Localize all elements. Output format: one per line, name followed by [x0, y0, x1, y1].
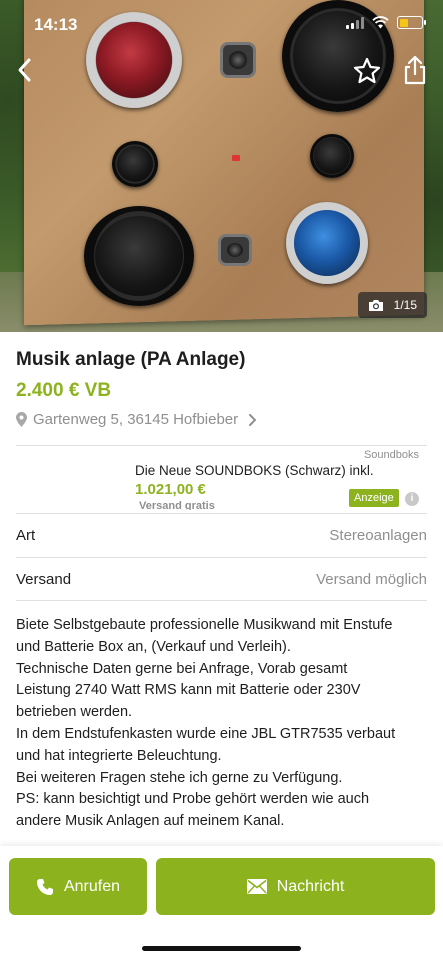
speaker-mid-left	[112, 141, 158, 187]
chevron-right-icon	[249, 413, 257, 426]
speaker-bottom-right	[286, 202, 368, 284]
message-button[interactable]: Nachricht	[156, 858, 435, 915]
description-line: Biete Selbstgebaute professionelle Musik…	[16, 617, 393, 633]
attribute-key: Art	[16, 527, 36, 544]
favorite-star-icon[interactable]	[352, 56, 382, 86]
description-line: und Batterie Box an, (Verkauf und Verlei…	[16, 638, 291, 655]
description-line: Leistung 2740 Watt RMS kann mit Batterie…	[16, 682, 361, 699]
indicator-led	[232, 155, 240, 161]
ad-title: Die Neue SOUNDBOKS (Schwarz) inkl.	[135, 463, 374, 478]
location-link[interactable]: Gartenweg 5, 36145 Hofbieber	[16, 411, 427, 428]
location-text: Gartenweg 5, 36145 Hofbieber	[33, 411, 239, 428]
call-button-label: Anrufen	[63, 877, 121, 895]
description-line: Bei weiteren Fragen stehe ich gerne zu V…	[16, 769, 343, 786]
status-time: 14:13	[34, 15, 78, 34]
bottom-action-bar: Anrufen Nachricht	[0, 846, 443, 960]
ad-brand: Soundboks	[363, 449, 419, 461]
share-icon[interactable]	[402, 54, 428, 86]
ad-shipping: Versand gratis	[139, 500, 215, 510]
wifi-icon	[372, 16, 389, 29]
call-button[interactable]: Anrufen	[9, 858, 147, 915]
listing-description: Biete Selbstgebaute professionelle Musik…	[16, 615, 427, 833]
message-button-label: Nachricht	[276, 877, 345, 895]
description-line: Technische Daten gerne bei Anfrage, Vora…	[16, 660, 348, 677]
speaker-bottom-left	[84, 206, 194, 306]
attribute-row-art: Art Stereoanlagen	[16, 513, 427, 557]
listing-content: Musik anlage (PA Anlage) 2.400 € VB Gart…	[16, 332, 427, 833]
description-line: betrieben werden.	[16, 704, 133, 721]
battery-icon	[397, 16, 426, 29]
tweeter-top	[220, 42, 256, 78]
listing-price: 2.400 € VB	[16, 380, 112, 401]
listing-photo[interactable]: 14:13 1/15	[0, 0, 443, 332]
photo-counter[interactable]: 1/15	[357, 292, 427, 318]
ad-info-icon[interactable]: i	[405, 492, 419, 506]
listing-title: Musik anlage (PA Anlage)	[16, 349, 246, 370]
sponsored-ad[interactable]: Soundboks Die Neue SOUNDBOKS (Schwarz) i…	[16, 445, 427, 513]
attribute-value: Stereoanlagen	[329, 527, 427, 544]
description-line: andere Musik Anlagen auf meinem Kanal.	[16, 813, 285, 830]
tweeter-bottom	[218, 234, 252, 266]
ad-badge: Anzeige	[349, 489, 399, 507]
description-line: PS: kann besichtigt und Probe gehört wer…	[16, 791, 370, 808]
camera-icon	[368, 299, 383, 311]
location-pin-icon	[16, 412, 27, 427]
phone-icon	[36, 878, 53, 895]
photo-counter-label: 1/15	[393, 298, 417, 312]
ad-price: 1.021,00 €	[135, 481, 206, 498]
envelope-icon	[246, 879, 267, 894]
home-indicator[interactable]	[142, 946, 301, 951]
speaker-mid-right	[310, 134, 354, 178]
description-line: und hat integrierte Beleuchtung.	[16, 747, 222, 764]
attribute-row-versand: Versand Versand möglich	[16, 557, 427, 601]
attribute-value: Versand möglich	[316, 570, 427, 588]
attribute-key: Versand	[16, 570, 72, 588]
back-arrow-icon[interactable]	[12, 54, 40, 86]
cellular-signal-icon	[346, 16, 364, 29]
description-line: In dem Endstufenkasten wurde eine JBL GT…	[16, 725, 396, 742]
speaker-top-left	[86, 12, 182, 108]
status-icons	[346, 16, 426, 29]
